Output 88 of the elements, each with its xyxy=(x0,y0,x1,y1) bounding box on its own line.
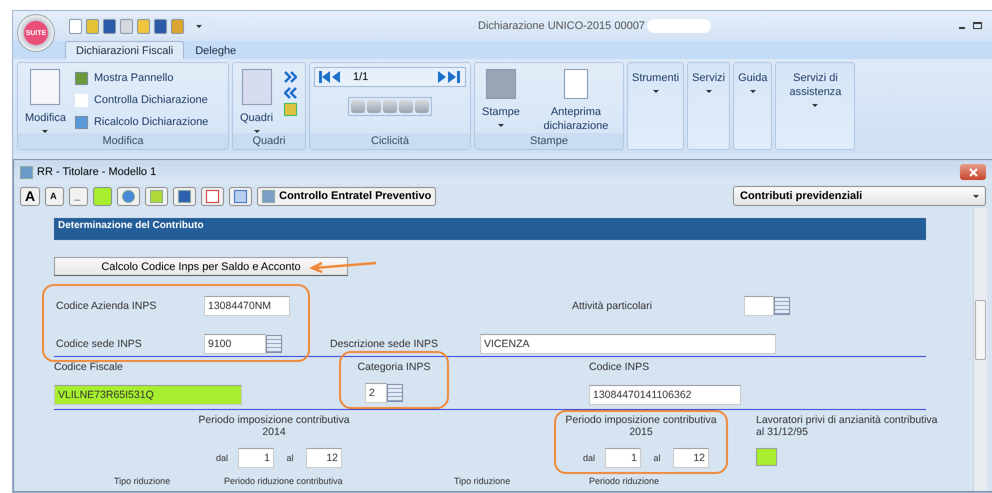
field-label: Codice INPS xyxy=(589,361,650,373)
arrow-drawing xyxy=(308,260,378,274)
menu-button[interactable]: Servizi xyxy=(687,62,730,150)
caret-icon[interactable] xyxy=(196,24,202,28)
field-label: Codice Fiscale xyxy=(54,361,123,373)
to-field[interactable]: 12 xyxy=(673,448,709,468)
help-button[interactable] xyxy=(117,186,140,206)
ribbon-item[interactable]: Mostra Pannello xyxy=(74,67,208,89)
underscore-button[interactable]: _ xyxy=(69,186,88,206)
caret-icon xyxy=(706,90,712,93)
input-field[interactable]: VLILNE73R65I531Q xyxy=(54,385,242,405)
field-label: Codice sede INPS xyxy=(56,338,142,350)
pdf-button[interactable] xyxy=(201,186,224,206)
font-large-button[interactable]: A xyxy=(20,186,40,206)
scroll-thumb[interactable] xyxy=(975,300,986,360)
help-icon-button[interactable] xyxy=(145,186,168,206)
ribbon-item[interactable]: Controlla Dichiarazione xyxy=(74,89,208,111)
toolbar-icon[interactable] xyxy=(86,18,99,34)
input-field[interactable]: VICENZA xyxy=(480,334,776,354)
group-label: Stampe xyxy=(475,133,623,149)
list-picker-icon[interactable] xyxy=(387,384,403,402)
field-label: Categoria INPS xyxy=(358,361,430,373)
window-title: Dichiarazione UNICO-2015 00007 xyxy=(478,20,645,32)
to-field[interactable]: 12 xyxy=(306,448,342,468)
double-chevron-left-icon[interactable] xyxy=(284,87,298,99)
color-button[interactable] xyxy=(93,186,112,206)
period-title: Periodo imposizione contributiva 2014 xyxy=(198,414,350,438)
from-field[interactable]: 1 xyxy=(605,448,641,468)
form-title: RR - Titolare - Modello 1 xyxy=(37,166,156,178)
toolbar-icon[interactable] xyxy=(171,18,184,34)
from-label: dal xyxy=(582,453,596,463)
group-label: Quadri xyxy=(233,133,305,149)
to-label: al xyxy=(652,453,662,463)
section-select[interactable]: Contributi previdenziali xyxy=(733,186,986,206)
section-header: Determinazione del Contributo xyxy=(54,218,926,240)
caret-icon xyxy=(652,90,659,93)
preview-button[interactable]: Anteprima dichiarazione xyxy=(532,67,619,133)
from-label: dal xyxy=(214,453,229,463)
input-field[interactable]: 13084470NM xyxy=(204,296,290,316)
toolbar-icon[interactable] xyxy=(69,18,82,34)
menu-button[interactable]: Strumenti xyxy=(627,62,684,150)
menu-button[interactable]: Guida xyxy=(733,62,772,150)
caret-icon xyxy=(812,104,818,107)
ribbon-tab[interactable]: Deleghe xyxy=(184,41,248,59)
page-navigator[interactable]: 1/1 xyxy=(314,67,466,87)
field-label: Tipo riduzione xyxy=(454,476,510,486)
field-label: Attività particolari xyxy=(572,300,652,312)
field-label: Codice Azienda INPS xyxy=(56,300,156,312)
toolbar-icon[interactable] xyxy=(120,18,133,34)
quadri-button[interactable]: Quadri xyxy=(237,67,276,133)
input-field[interactable] xyxy=(744,296,774,316)
ribbon-item[interactable]: Ricalcolo Dichiarazione xyxy=(74,111,208,133)
maximize-icon[interactable] xyxy=(973,22,982,28)
list-picker-icon[interactable] xyxy=(266,335,282,353)
font-small-button[interactable]: A xyxy=(45,186,64,206)
input-field[interactable]: 13084470141106362 xyxy=(589,385,741,405)
field-label: Periodo riduzione xyxy=(589,476,660,486)
input-field[interactable]: 9100 xyxy=(204,334,266,354)
input-field[interactable]: 2 xyxy=(365,383,387,403)
caret-icon xyxy=(750,90,756,93)
close-icon xyxy=(968,168,978,176)
print-button[interactable]: Stampe xyxy=(479,67,523,127)
grid-icon[interactable] xyxy=(284,103,298,116)
redacted-block xyxy=(646,19,711,33)
menu-button[interactable]: Servizi di assistenza xyxy=(775,62,856,150)
scrollbar[interactable] xyxy=(973,208,987,491)
modifica-button[interactable]: Modifica xyxy=(22,67,69,133)
list-picker-icon[interactable] xyxy=(774,297,790,315)
toolbar-icon[interactable] xyxy=(154,18,167,34)
table-button[interactable] xyxy=(229,186,252,206)
field-label: Descrizione sede INPS xyxy=(330,338,438,350)
field-label: Lavoratori privi di anzianità contributiva al 31/12/95 xyxy=(756,414,939,438)
close-button[interactable] xyxy=(960,164,986,180)
checkbox[interactable] xyxy=(756,448,777,466)
field-label: Tipo riduzione xyxy=(114,476,170,486)
calculate-button[interactable]: Calcolo Codice Inps per Saldo e Acconto xyxy=(54,257,348,276)
toolbar-icon[interactable] xyxy=(103,18,116,34)
info-button[interactable] xyxy=(173,186,196,206)
toolbar-icon[interactable] xyxy=(137,18,150,34)
group-label: Modifica xyxy=(18,133,228,149)
check-button[interactable]: Controllo Entratel Preventivo xyxy=(257,186,436,206)
period-title: Periodo imposizione contributiva 2015 xyxy=(565,414,717,438)
ribbon-tab[interactable]: Dichiarazioni Fiscali xyxy=(65,41,184,59)
group-label: Ciclicità xyxy=(310,133,470,149)
to-label: al xyxy=(285,453,294,463)
double-chevron-right-icon[interactable] xyxy=(284,71,298,83)
field-label: Periodo riduzione contributiva xyxy=(224,476,343,486)
from-field[interactable]: 1 xyxy=(238,448,274,468)
